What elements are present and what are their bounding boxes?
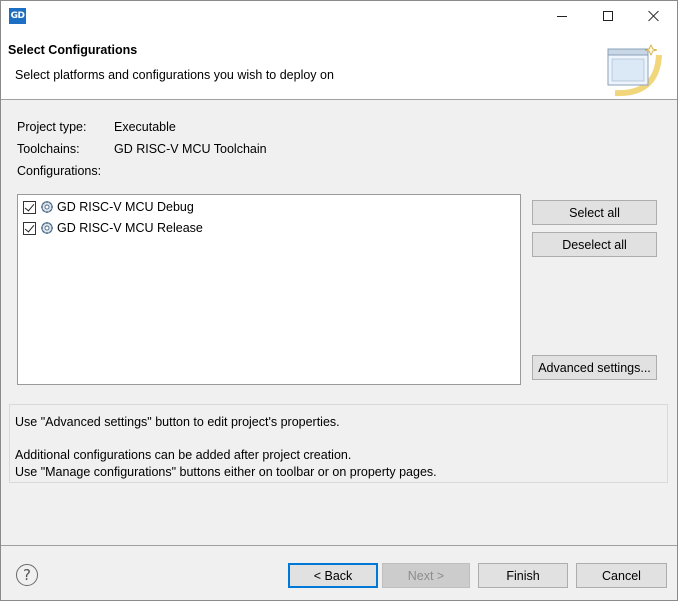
toolchains-label: Toolchains: (17, 142, 80, 156)
maximize-button[interactable] (585, 1, 631, 31)
footer-divider (1, 545, 677, 546)
wizard-header: Select Configurations Select platforms a… (1, 31, 677, 100)
advanced-settings-button[interactable]: Advanced settings... (532, 355, 657, 380)
back-button[interactable]: < Back (288, 563, 378, 588)
note-advanced-settings: Use "Advanced settings" button to edit p… (15, 415, 340, 429)
minimize-button[interactable] (539, 1, 585, 31)
list-item[interactable]: GD RISC-V MCU Debug (23, 198, 194, 216)
configuration-gear-icon (41, 222, 53, 234)
help-icon[interactable]: ? (16, 564, 38, 586)
configuration-gear-icon (41, 201, 53, 213)
project-type-value: Executable (114, 120, 176, 134)
finish-button[interactable]: Finish (478, 563, 568, 588)
note-additional-configurations: Additional configurations can be added a… (15, 448, 352, 462)
next-button[interactable]: Next > (382, 563, 470, 588)
wizard-banner-icon (607, 44, 662, 97)
deselect-all-button[interactable]: Deselect all (532, 232, 657, 257)
list-item[interactable]: GD RISC-V MCU Release (23, 219, 203, 237)
page-description: Select platforms and configurations you … (15, 68, 334, 82)
configuration-label: GD RISC-V MCU Debug (57, 200, 194, 214)
select-all-button[interactable]: Select all (532, 200, 657, 225)
cancel-button[interactable]: Cancel (576, 563, 667, 588)
page-title: Select Configurations (8, 43, 138, 57)
configurations-list[interactable]: GD RISC-V MCU Debug GD RISC-V MCU Releas… (17, 194, 521, 385)
configuration-checkbox[interactable] (23, 221, 36, 235)
toolchains-value: GD RISC-V MCU Toolchain (114, 142, 267, 156)
title-bar: GD (1, 1, 677, 31)
project-type-label: Project type: (17, 120, 87, 134)
configurations-label: Configurations: (17, 164, 102, 178)
close-icon (648, 10, 660, 22)
maximize-icon (603, 11, 613, 21)
minimize-icon (557, 15, 567, 17)
configuration-label: GD RISC-V MCU Release (57, 221, 203, 235)
select-configurations-dialog: GD Select Configurations Select platform… (0, 0, 678, 601)
close-button[interactable] (631, 1, 677, 31)
note-manage-configurations: Use "Manage configurations" buttons eith… (15, 465, 437, 479)
notes-panel: Use "Advanced settings" button to edit p… (9, 404, 668, 483)
configuration-checkbox[interactable] (23, 200, 36, 214)
app-logo-icon: GD (9, 8, 26, 24)
